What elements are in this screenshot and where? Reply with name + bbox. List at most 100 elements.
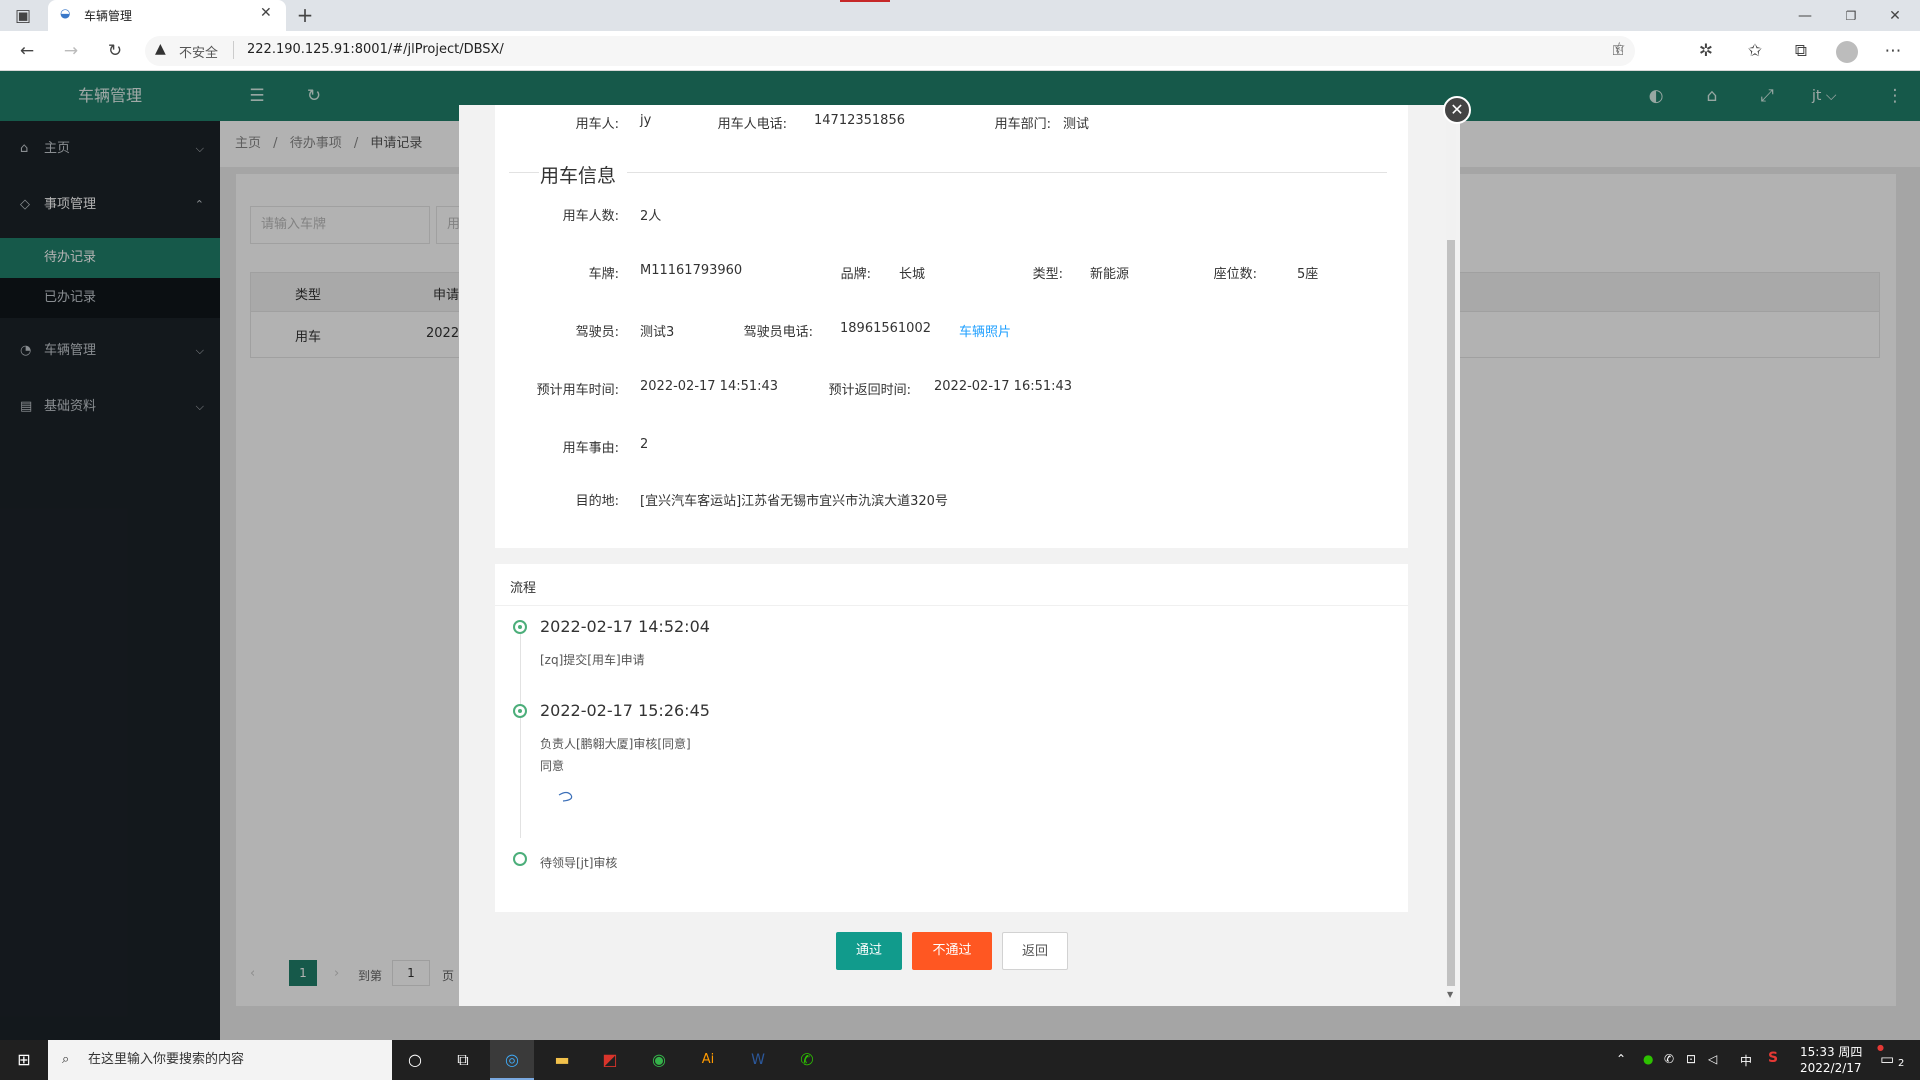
favicon-icon: ◒ (60, 6, 71, 20)
timeline-text: 负责人[鹏翱大厦]审核[同意] (540, 737, 691, 751)
edge-app-icon[interactable]: ◎ (490, 1040, 534, 1080)
reason-value: 2 (640, 437, 649, 452)
tray-wechat-icon[interactable]: ✆ (1664, 1052, 1674, 1066)
brand-value: 长城 (899, 267, 926, 282)
url-text: 222.190.125.91:8001/#/jlProject/DBSX/ (247, 42, 504, 57)
department-value: 测试 (1063, 117, 1090, 132)
wechat-icon[interactable]: ✆ (785, 1040, 829, 1080)
modal-scrollbar-thumb[interactable] (1447, 240, 1455, 986)
section-divider-left (509, 172, 539, 173)
phone-label: 用车人电话: (717, 117, 787, 132)
windows-start-icon[interactable]: ⊞ (2, 1040, 46, 1080)
start-time-label: 预计用车时间: (536, 383, 619, 398)
tab-indicator (840, 0, 890, 2)
more-menu-icon[interactable]: ⋯ (1880, 39, 1906, 63)
scroll-down-icon[interactable]: ▼ (1447, 990, 1453, 999)
timeline-dot (513, 620, 527, 634)
phone-value: 14712351856 (814, 113, 905, 128)
process-card: 流程 2022-02-17 14:52:04 [zq]提交[用车]申请 2022… (495, 564, 1408, 912)
tab-title: 车辆管理 (84, 9, 133, 23)
destination-label: 目的地: (575, 494, 619, 509)
notification-center-icon[interactable]: ▭ (1880, 1050, 1894, 1068)
timeline-dot (513, 704, 527, 718)
plate-label: 车牌: (588, 267, 619, 282)
type-value: 新能源 (1090, 267, 1130, 282)
taskbar-search-input[interactable]: ⌕ 在这里输入你要搜索的内容 (48, 1040, 392, 1080)
tab-actions-icon[interactable]: ▣ (10, 4, 36, 28)
file-explorer-icon[interactable]: ▬ (540, 1040, 584, 1080)
browser-360-icon[interactable]: ◉ (637, 1040, 681, 1080)
timeline-text: [zq]提交[用车]申请 (540, 653, 645, 667)
approve-button[interactable]: 通过 (836, 932, 902, 970)
favorites-icon[interactable]: ✩ (1742, 39, 1768, 63)
reject-button[interactable]: 不通过 (912, 932, 992, 970)
cortana-icon[interactable]: ○ (393, 1040, 437, 1080)
back-icon[interactable]: ← (14, 39, 40, 63)
sogou-ime-icon[interactable]: S (1768, 1050, 1778, 1066)
department-label: 用车部门: (994, 117, 1051, 132)
section-title: 用车信息 (540, 165, 617, 187)
clock-time[interactable]: 15:33 周四 (1800, 1043, 1862, 1060)
restore-icon[interactable]: ❐ (1838, 4, 1864, 28)
timeline-note: 同意 (540, 759, 565, 773)
close-icon: ✕ (1450, 100, 1464, 119)
section-divider-right (627, 172, 1387, 173)
type-label: 类型: (1032, 267, 1063, 282)
signature-image (558, 791, 573, 802)
word-app-icon[interactable]: W (736, 1040, 780, 1080)
seats-label: 座位数: (1213, 267, 1257, 282)
driver-label: 驾驶员: (575, 325, 619, 340)
vehicle-info-card: 用车人: jy 用车人电话: 14712351856 用车部门: 测试 用车信息… (495, 105, 1408, 548)
driver-phone-value: 18961561002 (840, 321, 931, 336)
notification-count: 2 (1898, 1058, 1905, 1069)
key-icon[interactable]: ⚿ (1605, 39, 1631, 63)
brand-label: 品牌: (840, 267, 871, 282)
volume-muted-icon[interactable]: ◁ (1708, 1052, 1717, 1066)
illustrator-icon[interactable]: Ai (686, 1040, 730, 1080)
taskbar-search-placeholder: 在这里输入你要搜索的内容 (88, 1052, 245, 1067)
search-icon: ⌕ (62, 1052, 70, 1067)
collections-icon[interactable]: ⧉ (1788, 39, 1814, 63)
tray-expand-icon[interactable]: ⌃ (1616, 1052, 1626, 1066)
process-title: 流程 (510, 581, 537, 596)
network-icon[interactable]: ⊡ (1686, 1052, 1696, 1066)
warning-icon: ▲ (155, 41, 166, 57)
return-time-label: 预计返回时间: (828, 383, 911, 398)
minimize-icon[interactable]: — (1792, 4, 1818, 28)
profile-avatar[interactable] (1836, 41, 1858, 63)
timeline-line (520, 634, 521, 704)
browser-tab[interactable]: ◒ 车辆管理 ✕ (48, 0, 286, 31)
car-photo-link[interactable]: 车辆照片 (959, 321, 1011, 340)
new-tab-icon[interactable]: + (292, 3, 318, 27)
return-time-value: 2022-02-17 16:51:43 (934, 379, 1073, 394)
tray-app-icon[interactable]: ● (1643, 1052, 1653, 1066)
seats-value: 5座 (1297, 267, 1319, 282)
plate-value: M11161793960 (640, 263, 743, 278)
url-box[interactable]: ▲ 不安全 222.190.125.91:8001/#/jlProject/DB… (145, 36, 1635, 66)
driver-phone-label: 驾驶员电话: (743, 325, 813, 340)
back-button[interactable]: 返回 (1002, 932, 1068, 970)
timeline-text: 待领导[jt]审核 (540, 856, 618, 870)
extensions-icon[interactable]: ✲ (1693, 39, 1719, 63)
browser-tab-bar (0, 0, 1920, 31)
clock-date[interactable]: 2022/2/17 (1800, 1061, 1862, 1075)
window-close-icon[interactable]: ✕ (1882, 4, 1908, 28)
modal-close-button[interactable]: ✕ (1443, 96, 1471, 124)
tab-close-icon[interactable]: ✕ (260, 5, 272, 21)
timeline-dot-pending (513, 852, 527, 866)
url-divider (233, 41, 234, 59)
passengers-value: 2人 (640, 209, 662, 224)
task-view-icon[interactable]: ⧉ (441, 1040, 485, 1080)
destination-value: [宜兴汽车客运站]江苏省无锡市宜兴市氿滨大道320号 (640, 494, 948, 509)
ime-indicator[interactable]: 中 (1740, 1052, 1752, 1069)
timeline-line (520, 718, 521, 838)
forward-icon[interactable]: → (58, 39, 84, 63)
applicant-value: jy (640, 113, 652, 128)
timeline-time: 2022-02-17 14:52:04 (540, 617, 710, 636)
passengers-label: 用车人数: (562, 209, 619, 224)
pdf-app-icon[interactable]: ◩ (588, 1040, 632, 1080)
timeline-time: 2022-02-17 15:26:45 (540, 701, 710, 720)
applicant-label: 用车人: (575, 117, 619, 132)
reload-icon[interactable]: ↻ (102, 39, 128, 63)
process-header: 流程 (495, 564, 1408, 606)
